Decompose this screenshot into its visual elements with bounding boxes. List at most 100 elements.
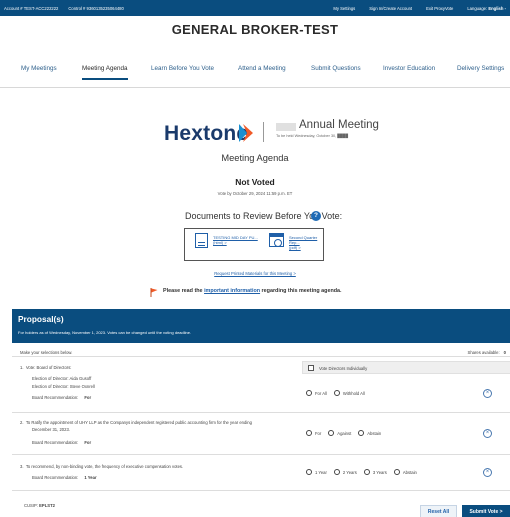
- recommendation-value: For: [84, 395, 92, 400]
- proposal-3-recommendation: Board Recommendation: 1 Year: [32, 475, 97, 480]
- radio-2-years[interactable]: [333, 469, 340, 475]
- recommendation-value: For: [84, 440, 92, 445]
- tab-learn-before-you-vote[interactable]: Learn Before You Vote: [151, 65, 214, 72]
- documents-box: TESTING MID DAY PU... (html) > Second Qu…: [184, 228, 324, 261]
- proposal-1: 1. Vote: Board of Directors: Election of…: [12, 357, 510, 413]
- director-2: Election of Director: Steve Oxnrell: [32, 384, 95, 389]
- my-settings-link[interactable]: My Settings: [333, 6, 355, 11]
- page-title: Meeting Agenda: [221, 153, 289, 163]
- redacted-year: [276, 123, 296, 131]
- recommendation-label: Board Recommendation:: [32, 395, 79, 400]
- proposal-3-number: 3.: [20, 464, 24, 469]
- notice-text-before: Please read the: [163, 288, 205, 294]
- option-against: Against: [337, 430, 352, 436]
- company-logo-icon: [239, 124, 253, 142]
- radio-withhold-all[interactable]: [333, 390, 340, 396]
- company-logo-text: Hextone: [164, 122, 249, 145]
- reset-all-button[interactable]: Reset All: [420, 505, 457, 517]
- option-for-all: For All: [315, 390, 327, 396]
- document-link-2[interactable]: Second Quarter Rep... (pdf) >: [289, 235, 323, 250]
- language-value: English -: [488, 5, 506, 11]
- proposal-1-text: 1. Vote: Board of Directors:: [20, 365, 71, 370]
- option-2-years: 2 Years: [342, 469, 357, 475]
- logo-divider: [263, 122, 264, 142]
- important-notice: Please read the important information re…: [163, 288, 342, 294]
- proposal-1-recommendation: Board Recommendation: For: [32, 395, 91, 400]
- proposal-2: 2. To Ratify the appointment of UHY LLP …: [12, 413, 510, 455]
- proposal-1-number: 1.: [20, 365, 24, 370]
- proposal-3-options: 1 Year 2 Years 3 Years Abstain: [306, 469, 417, 475]
- document-2-format: (pdf) >: [289, 245, 301, 250]
- tab-delivery-settings[interactable]: Delivery Settings: [457, 65, 504, 72]
- account-bar: Account # TEST-ACC222222 Control # 93601…: [0, 0, 510, 16]
- vote-individually-checkbox[interactable]: [308, 365, 314, 371]
- vote-deadline: Vote by October 29, 2024 11:59 p.m. ET: [217, 191, 293, 196]
- proposal-3-label: To recommend, by non-binding vote, the f…: [25, 464, 184, 469]
- proposal-2-number: 2.: [20, 420, 24, 425]
- control-number: Control # 9360135235064480: [68, 5, 124, 11]
- option-abstain: Abstain: [402, 469, 417, 475]
- tab-meeting-agenda[interactable]: Meeting Agenda: [82, 65, 128, 80]
- notice-text-after: regarding this meeting agenda.: [260, 288, 342, 294]
- vote-individually-label: Vote Directors Individually: [319, 366, 368, 371]
- director-1: Election of Director: Aida Gusoff: [32, 376, 92, 381]
- proposal-3-text: 3. To recommend, by non-binding vote, th…: [20, 464, 183, 469]
- proposal-2-text-continued: December 31, 2023.: [32, 427, 70, 432]
- submit-vote-button[interactable]: Submit Vote >: [462, 505, 510, 517]
- sign-in-link[interactable]: Sign In/Create Account: [369, 6, 412, 11]
- meeting-title: Annual Meeting: [299, 119, 379, 131]
- broker-name: GENERAL BROKER-TEST: [171, 22, 339, 37]
- proposals-subtitle: For holders as of Wednesday, November 1,…: [18, 330, 192, 335]
- option-abstain: Abstain: [367, 430, 382, 436]
- option-3-years: 3 Years: [372, 469, 387, 475]
- calendar-icon: [269, 233, 284, 247]
- tab-my-meetings[interactable]: My Meetings: [21, 65, 57, 72]
- clear-selection-icon[interactable]: ×: [483, 389, 492, 398]
- selection-instructions: Make your selections below.: [20, 350, 73, 355]
- tab-submit-questions[interactable]: Submit Questions: [311, 65, 361, 72]
- clear-selection-icon[interactable]: ×: [483, 468, 492, 477]
- main-nav: My Meetings Meeting Agenda Learn Before …: [0, 48, 510, 88]
- vote-directors-individually[interactable]: Vote Directors Individually: [302, 361, 510, 374]
- radio-against[interactable]: [328, 430, 335, 436]
- document-1-format: (html) >: [213, 240, 227, 245]
- language-selector[interactable]: Language: English -: [467, 6, 506, 11]
- help-icon[interactable]: ?: [311, 211, 321, 221]
- exit-proxyvote-link[interactable]: Exit ProxyVote: [426, 6, 453, 11]
- document-2-name: Second Quarter Rep...: [289, 235, 318, 245]
- radio-for[interactable]: [306, 430, 312, 436]
- shares-available: Shares available: 0: [468, 350, 506, 355]
- shares-label: Shares available:: [467, 350, 500, 355]
- selection-row: Make your selections below. Shares avail…: [12, 343, 510, 357]
- account-number: Account # TEST-ACC222222: [4, 5, 59, 11]
- proposal-1-label: Vote: Board of Directors:: [25, 365, 72, 370]
- tab-investor-education[interactable]: Investor Education: [383, 65, 435, 72]
- document-link-1[interactable]: TESTING MID DAY PU... (html) >: [213, 235, 258, 245]
- recommendation-label: Board Recommendation:: [32, 440, 79, 445]
- important-information-link[interactable]: important information: [204, 288, 260, 294]
- proposal-3: 3. To recommend, by non-binding vote, th…: [12, 455, 510, 491]
- tab-attend-a-meeting[interactable]: Attend a Meeting: [238, 65, 286, 72]
- proposals-header: Proposal(s) For holders as of Wednesday,…: [12, 309, 510, 343]
- cusip-label: CUSIP:: [24, 503, 38, 508]
- meeting-subtitle: To be held Wednesday, October 30, ████: [276, 134, 349, 138]
- option-for: For: [315, 430, 322, 436]
- flag-icon: [150, 288, 158, 297]
- cusip: CUSIP: EPLST2: [24, 503, 55, 508]
- shares-value: 0: [503, 350, 506, 355]
- radio-abstain[interactable]: [358, 430, 365, 436]
- meeting-header: Hextone Annual Meeting To be held Wednes…: [0, 118, 510, 148]
- radio-3-years[interactable]: [363, 469, 370, 475]
- request-printed-materials-link[interactable]: Request Printed Materials for this Meeti…: [0, 271, 510, 276]
- clear-selection-icon[interactable]: ×: [483, 429, 492, 438]
- radio-1-year[interactable]: [306, 469, 312, 475]
- document-icon: [195, 233, 208, 248]
- vote-status: Not Voted: [235, 177, 275, 187]
- radio-for-all[interactable]: [306, 390, 312, 396]
- cusip-value: EPLST2: [39, 503, 55, 508]
- radio-abstain[interactable]: [393, 469, 400, 475]
- proposal-1-options: For All Withhold All: [306, 390, 365, 396]
- proposals-title: Proposal(s): [18, 314, 64, 324]
- proposal-2-recommendation: Board Recommendation: For: [32, 440, 91, 445]
- recommendation-value: 1 Year: [84, 475, 97, 480]
